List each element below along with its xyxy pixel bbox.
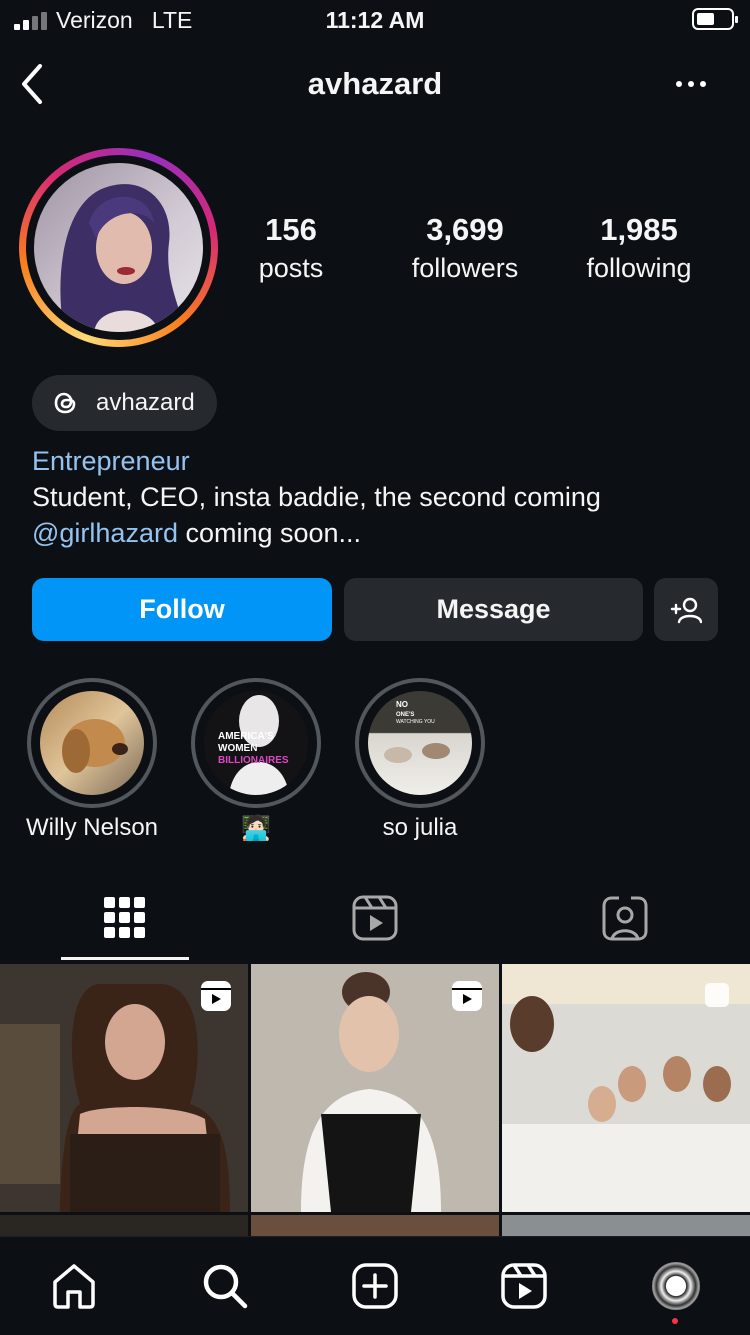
create-icon[interactable] [351,1262,399,1310]
avatar-photo [34,163,203,332]
ellipsis-icon[interactable] [676,74,712,94]
profile-username: avhazard [307,66,443,101]
highlight-billionaires[interactable]: AMERICA'S WOMEN BILLIONAIRES [191,678,321,808]
followers-count[interactable]: 3,699 followers [385,212,545,286]
svg-text:ONE'S: ONE'S [396,712,414,718]
add-person-icon [670,597,702,623]
svg-text:AMERICA'S: AMERICA'S [218,731,274,742]
svg-text:WOMEN: WOMEN [218,743,257,754]
posts-count[interactable]: 156 posts [211,212,371,286]
bio-line-2: @girlhazard coming soon... [32,518,362,548]
highlight-label: so julia [382,814,458,841]
tab-tagged[interactable] [602,895,648,941]
profile-avatar[interactable] [19,148,218,347]
grid-post-3[interactable] [502,964,750,1212]
notification-dot [672,1318,678,1324]
carousel-badge-icon [705,983,729,1007]
grid-post-2[interactable] [251,964,499,1212]
clock: 11:12 AM [325,7,425,33]
message-button[interactable]: Message [344,578,643,641]
tab-reels[interactable] [352,895,398,941]
threads-badge[interactable]: avhazard [32,375,217,431]
add-person-button[interactable] [654,578,718,641]
reels-nav-icon[interactable] [500,1262,548,1310]
tagged-icon [602,896,648,941]
threads-icon [54,392,76,414]
profile-category: Entrepreneur [32,446,190,476]
home-icon[interactable] [50,1262,98,1310]
bio-line-1: Student, CEO, insta baddie, the second c… [32,482,601,512]
svg-text:NO: NO [396,700,408,709]
battery-icon [692,8,738,30]
highlight-so-julia[interactable]: NO ONE'S WATCHING YOU [355,678,485,808]
reel-badge-icon [201,981,231,1011]
grid-icon [104,897,145,938]
status-bar: Verizon LTE 11:12 AM [0,0,750,44]
mention-link[interactable]: @girlhazard [32,518,178,548]
threads-handle: avhazard [96,389,195,416]
tab-grid[interactable] [102,895,148,941]
following-count[interactable]: 1,985 following [559,212,719,286]
highlight-willy-nelson[interactable] [27,678,157,808]
svg-text:BILLIONAIRES: BILLIONAIRES [218,755,289,766]
grid-post-1[interactable] [0,964,248,1212]
active-tab-indicator [61,957,189,960]
follow-button[interactable]: Follow [32,578,332,641]
highlight-label: Willy Nelson [25,814,159,841]
search-icon[interactable] [201,1262,249,1310]
highlight-label: 🧑🏻‍💻 [241,815,271,842]
profile-nav-avatar[interactable] [652,1262,700,1310]
reel-badge-icon [452,981,482,1011]
reels-icon [352,895,398,941]
svg-text:WATCHING YOU: WATCHING YOU [396,719,435,725]
